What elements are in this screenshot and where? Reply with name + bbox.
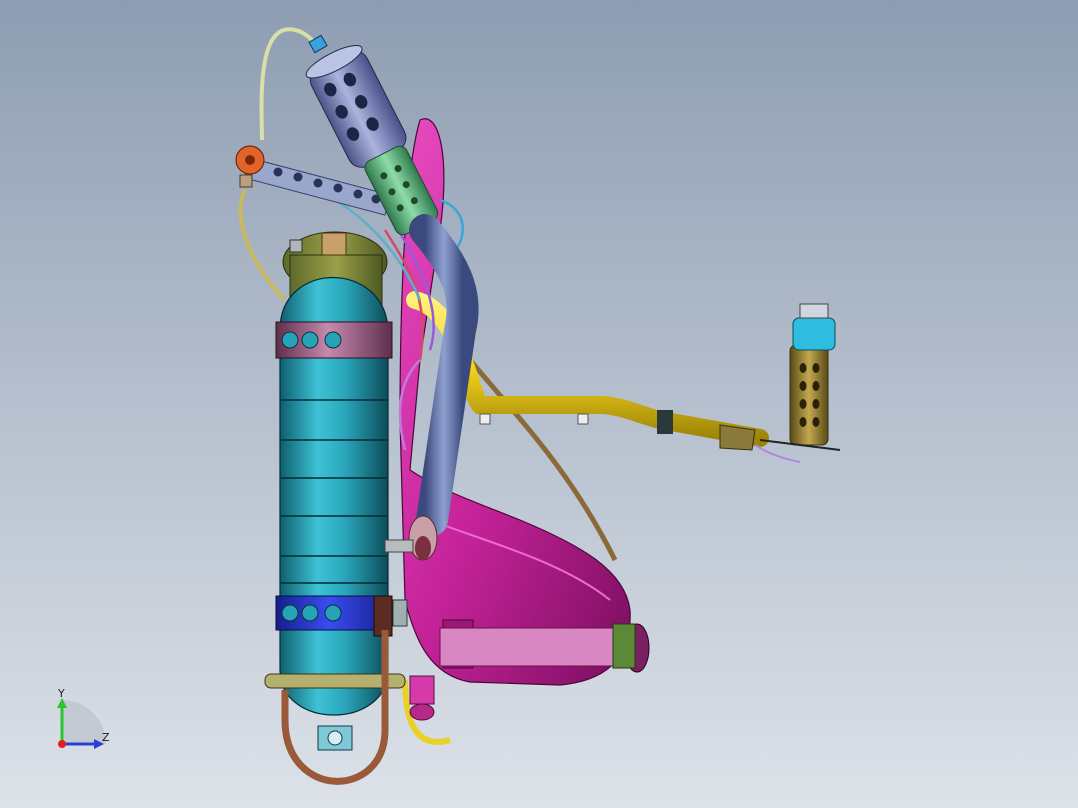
fuel-fitting[interactable] [409, 675, 435, 721]
nozzle[interactable] [719, 303, 841, 463]
triad-y-label: Y [58, 687, 65, 700]
frame-strap [439, 627, 631, 667]
fuel-clamp [657, 410, 673, 434]
fuel-clip [577, 413, 589, 425]
jetpack-3d-model[interactable] [0, 0, 1078, 808]
tank-base-fitting [317, 725, 353, 751]
feed-hose [238, 189, 287, 302]
cad-viewport[interactable]: Y Z [0, 0, 1078, 808]
orientation-triad: Y Z [48, 684, 120, 756]
triad-z-label: Z [102, 731, 110, 744]
exhaust-outlet[interactable] [408, 515, 438, 561]
frame-bracket [612, 623, 636, 669]
fuel-clip [479, 413, 491, 425]
side-mount [392, 599, 408, 627]
upper-hose [259, 27, 320, 141]
nozzle-cap [792, 317, 836, 351]
pump [384, 539, 414, 553]
